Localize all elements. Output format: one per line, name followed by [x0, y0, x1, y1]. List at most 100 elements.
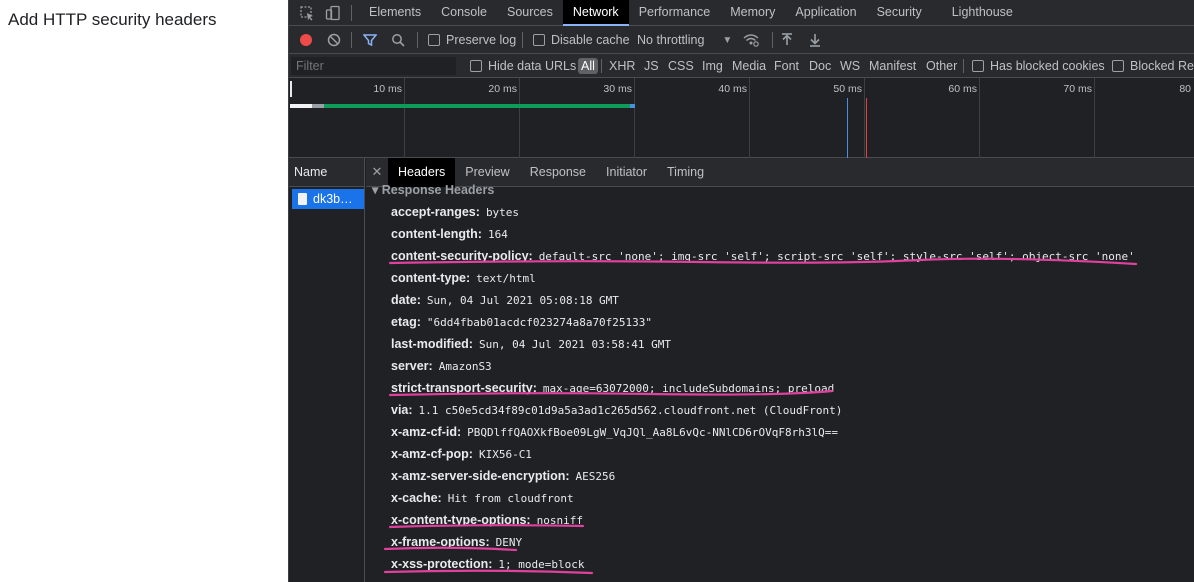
- timeline-tick-label: 80: [1179, 83, 1191, 95]
- header-value: Sun, 04 Jul 2021 05:08:18 GMT: [426, 294, 619, 307]
- timeline-gridline: [864, 78, 865, 158]
- name-column-header[interactable]: Name: [289, 158, 364, 187]
- tab-security[interactable]: Security: [867, 0, 932, 26]
- filter-input[interactable]: [291, 57, 456, 75]
- response-header-row: x-amz-cf-pop: KIX56-C1: [391, 444, 532, 464]
- filter-type-doc[interactable]: Doc: [809, 54, 831, 78]
- response-header-row: strict-transport-security: max-age=630720…: [391, 378, 834, 398]
- timeline-gridline: [749, 78, 750, 158]
- search-button[interactable]: [391, 26, 405, 54]
- filter-type-css[interactable]: CSS: [668, 54, 694, 78]
- tab-memory[interactable]: Memory: [720, 0, 785, 26]
- tab-console[interactable]: Console: [431, 0, 497, 26]
- header-name: x-amz-cf-id:: [391, 425, 462, 439]
- export-har-button[interactable]: [809, 26, 821, 54]
- close-icon[interactable]: ✕: [366, 164, 388, 180]
- dom-content-loaded-marker: [847, 98, 848, 158]
- device-toolbar-icon[interactable]: [325, 5, 341, 21]
- header-name: last-modified:: [391, 337, 473, 351]
- has-blocked-cookies-label: Has blocked cookies: [990, 59, 1105, 73]
- timeline-gridline: [1094, 78, 1095, 158]
- toolbar-divider: [417, 32, 418, 48]
- filter-type-manifest[interactable]: Manifest: [869, 54, 916, 78]
- header-value: default-src 'none'; img-src 'self'; scri…: [538, 250, 1135, 263]
- filter-bar: Hide data URLs All XHR JS CSS Img Media …: [289, 54, 1194, 78]
- hide-data-urls-checkbox[interactable]: Hide data URLs: [470, 54, 576, 78]
- filter-type-xhr[interactable]: XHR: [609, 54, 635, 78]
- has-blocked-cookies-checkbox[interactable]: Has blocked cookies: [972, 54, 1105, 78]
- request-row-selected[interactable]: dk3b…: [292, 189, 364, 209]
- clear-icon: [327, 33, 341, 47]
- response-header-row: x-cache: Hit from cloudfront: [391, 488, 574, 508]
- filter-type-font[interactable]: Font: [774, 54, 799, 78]
- header-name: accept-ranges:: [391, 205, 480, 219]
- tab-application[interactable]: Application: [785, 0, 866, 26]
- timeline-selection-handle[interactable]: [290, 81, 292, 97]
- network-conditions-button[interactable]: [743, 26, 759, 54]
- toolbar-divider: [522, 32, 523, 48]
- disable-cache-checkbox[interactable]: Disable cache: [533, 26, 630, 54]
- filter-toggle-button[interactable]: [363, 26, 377, 54]
- header-name: etag:: [391, 315, 421, 329]
- header-value: nosniff: [536, 514, 583, 527]
- import-har-button[interactable]: [781, 26, 793, 54]
- filter-type-js[interactable]: JS: [644, 54, 659, 78]
- header-value: 1.1 c50e5cd34f89c01d9a5a3ad1c265d562.clo…: [418, 404, 843, 417]
- response-headers-title[interactable]: ▾ Response Headers: [372, 182, 494, 197]
- filter-type-media[interactable]: Media: [732, 54, 766, 78]
- response-header-row: x-frame-options: DENY: [391, 532, 522, 552]
- header-value: bytes: [485, 206, 520, 219]
- checkbox-box[interactable]: [470, 60, 482, 72]
- response-header-row: x-amz-cf-id: PBQDlffQAOXkfBoe09LgW_VqJQl_…: [391, 422, 838, 442]
- timeline-gridline: [634, 78, 635, 158]
- blocked-requests-checkbox[interactable]: Blocked Rec: [1112, 54, 1194, 78]
- tab-lighthouse[interactable]: Lighthouse: [942, 0, 1023, 26]
- timeline-overview[interactable]: 10 ms 20 ms 30 ms 40 ms 50 ms 60 ms 70 m…: [289, 78, 1194, 158]
- header-name: date:: [391, 293, 421, 307]
- wifi-settings-icon: [743, 34, 759, 47]
- tab-sources[interactable]: Sources: [497, 0, 563, 26]
- header-value: PBQDlffQAOXkfBoe09LgW_VqJQl_Aa8L6vQc-NNl…: [467, 426, 839, 439]
- throttling-label: No throttling: [637, 33, 705, 47]
- checkbox-box[interactable]: [533, 34, 545, 46]
- filter-type-all[interactable]: All: [578, 54, 598, 78]
- response-header-row: content-security-policy: default-src 'non…: [391, 246, 1135, 266]
- timeline-tick-label: 70 ms: [1063, 83, 1092, 95]
- filter-type-other[interactable]: Other: [926, 54, 957, 78]
- header-value: text/html: [476, 272, 536, 285]
- filter-type-img[interactable]: Img: [702, 54, 723, 78]
- record-icon: [300, 34, 312, 46]
- response-header-row: server: AmazonS3: [391, 356, 492, 376]
- tab-timing[interactable]: Timing: [657, 158, 714, 187]
- inspect-element-icon[interactable]: [299, 5, 315, 21]
- filter-type-ws[interactable]: WS: [840, 54, 860, 78]
- throttling-select[interactable]: No throttling ▼: [637, 26, 732, 54]
- record-button[interactable]: [299, 26, 313, 54]
- header-value: Sun, 04 Jul 2021 03:58:41 GMT: [478, 338, 672, 351]
- header-name: x-amz-server-side-encryption:: [391, 469, 570, 483]
- checkbox-box[interactable]: [1112, 60, 1124, 72]
- checkbox-box[interactable]: [972, 60, 984, 72]
- tab-response[interactable]: Response: [520, 158, 596, 187]
- checkbox-box[interactable]: [428, 34, 440, 46]
- response-header-row: date: Sun, 04 Jul 2021 05:08:18 GMT: [391, 290, 619, 310]
- filter-divider: [963, 59, 964, 73]
- tab-performance[interactable]: Performance: [629, 0, 721, 26]
- document-icon: [298, 193, 307, 205]
- timeline-tick-label: 60 ms: [948, 83, 977, 95]
- tab-initiator[interactable]: Initiator: [596, 158, 657, 187]
- header-name: strict-transport-security:: [391, 381, 537, 395]
- header-value: "6dd4fbab01acdcf023274a8a70f25133": [426, 316, 653, 329]
- tab-network[interactable]: Network: [562, 0, 629, 26]
- tab-elements[interactable]: Elements: [359, 0, 431, 26]
- header-name: x-frame-options:: [391, 535, 490, 549]
- response-header-row: content-length: 164: [391, 224, 508, 244]
- header-name: content-type:: [391, 271, 471, 285]
- timeline-tick-label: 30 ms: [603, 83, 632, 95]
- header-name: x-amz-cf-pop:: [391, 447, 473, 461]
- header-name: x-cache:: [391, 491, 442, 505]
- timeline-tick-label: 50 ms: [833, 83, 862, 95]
- preserve-log-checkbox[interactable]: Preserve log: [428, 26, 516, 54]
- clear-button[interactable]: [327, 26, 341, 54]
- header-value: DENY: [495, 536, 523, 549]
